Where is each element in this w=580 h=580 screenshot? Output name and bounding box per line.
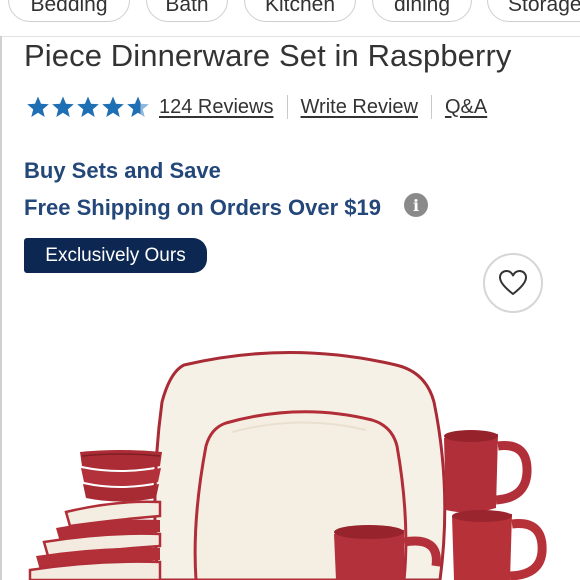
star-icon — [77, 96, 99, 117]
product-title: Piece Dinnerware Set in Raspberry — [24, 38, 512, 73]
info-icon[interactable]: i — [404, 193, 428, 217]
promo-free-shipping[interactable]: Free Shipping on Orders Over $19 — [24, 195, 381, 221]
category-chip-bath[interactable]: Bath — [146, 0, 228, 22]
star-rating[interactable] — [26, 95, 151, 119]
divider — [430, 95, 432, 119]
star-icon — [27, 96, 49, 117]
reviews-link[interactable]: 124 Reviews — [159, 96, 274, 119]
category-chip-kitchen[interactable]: Kitchen — [244, 0, 356, 22]
heart-outline-icon — [499, 270, 527, 295]
favorite-button[interactable] — [483, 253, 543, 313]
star-half-icon — [127, 96, 149, 117]
category-chip-storage[interactable]: Storage — [487, 0, 580, 22]
exclusive-badge: Exclusively Ours — [24, 238, 207, 273]
category-chip-dining[interactable]: dining — [372, 0, 472, 22]
write-review-link[interactable]: Write Review — [301, 96, 418, 119]
product-image[interactable] — [0, 330, 580, 580]
qa-link[interactable]: Q&A — [445, 96, 487, 119]
star-icon — [52, 96, 74, 117]
promo-buy-sets[interactable]: Buy Sets and Save — [24, 158, 221, 184]
star-icon — [102, 96, 124, 117]
rating-row: 124 Reviews Write Review Q&A — [26, 92, 487, 122]
divider — [286, 95, 288, 119]
category-nav: Bedding Bath Kitchen dining Storage — [0, 0, 580, 37]
category-chip-bedding[interactable]: Bedding — [8, 0, 130, 22]
